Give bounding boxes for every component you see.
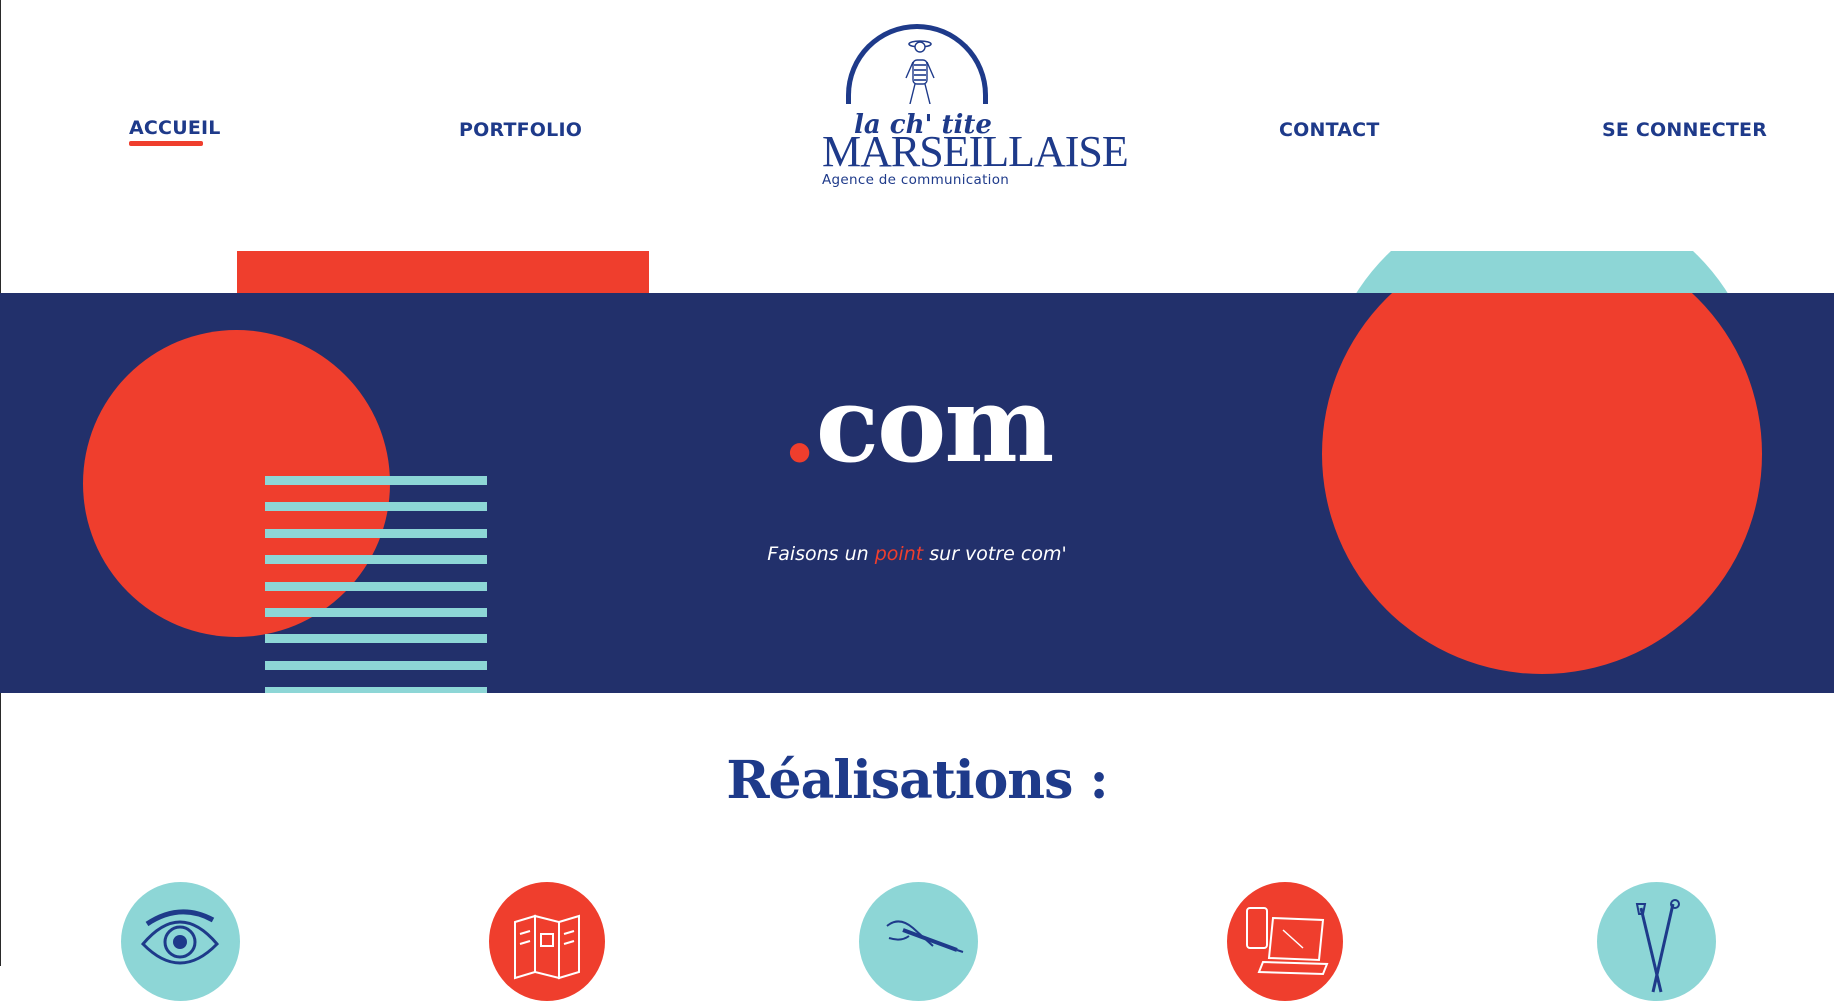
service-art[interactable] (1597, 882, 1716, 1001)
logo-main-text: MARSEILLAISE (822, 127, 1129, 176)
tagline-after: sur votre com' (923, 543, 1067, 565)
section-title: Réalisations : (726, 750, 1108, 811)
nav-portfolio[interactable]: PORTFOLIO (459, 119, 582, 141)
hero-title-text: com (815, 363, 1055, 486)
hero-title: .com (0, 373, 1834, 477)
hero-tagline: Faisons un point sur votre com' (0, 543, 1834, 565)
decor-red-rectangle (237, 251, 649, 294)
eye-icon (140, 909, 220, 965)
hand-pen-icon (886, 920, 964, 953)
service-print[interactable] (489, 882, 605, 1001)
brushes-icon (1635, 899, 1680, 993)
nav-contact[interactable]: CONTACT (1279, 119, 1380, 141)
hero-banner: .com Faisons un point sur votre com' (0, 293, 1834, 693)
service-eye[interactable] (121, 882, 240, 1001)
service-design[interactable] (859, 882, 978, 1001)
brochure-icon (514, 914, 580, 980)
nav-accueil[interactable]: ACCUEIL (129, 117, 221, 139)
tagline-before: Faisons un (767, 543, 875, 565)
nav-active-indicator (129, 141, 203, 146)
nav-login[interactable]: SE CONNECTER (1602, 119, 1767, 141)
devices-icon (1246, 907, 1329, 976)
decor-teal-stripes (265, 476, 487, 693)
decor-right-red-circle (1322, 293, 1762, 674)
service-web[interactable] (1227, 882, 1343, 1001)
hero-title-dot: . (781, 363, 818, 486)
logo-tagline: Agence de communication (822, 172, 1010, 188)
tagline-accent: point (874, 543, 924, 565)
brand-logo[interactable]: la ch' tite MARSEILLAISE Agence de commu… (818, 22, 1129, 192)
